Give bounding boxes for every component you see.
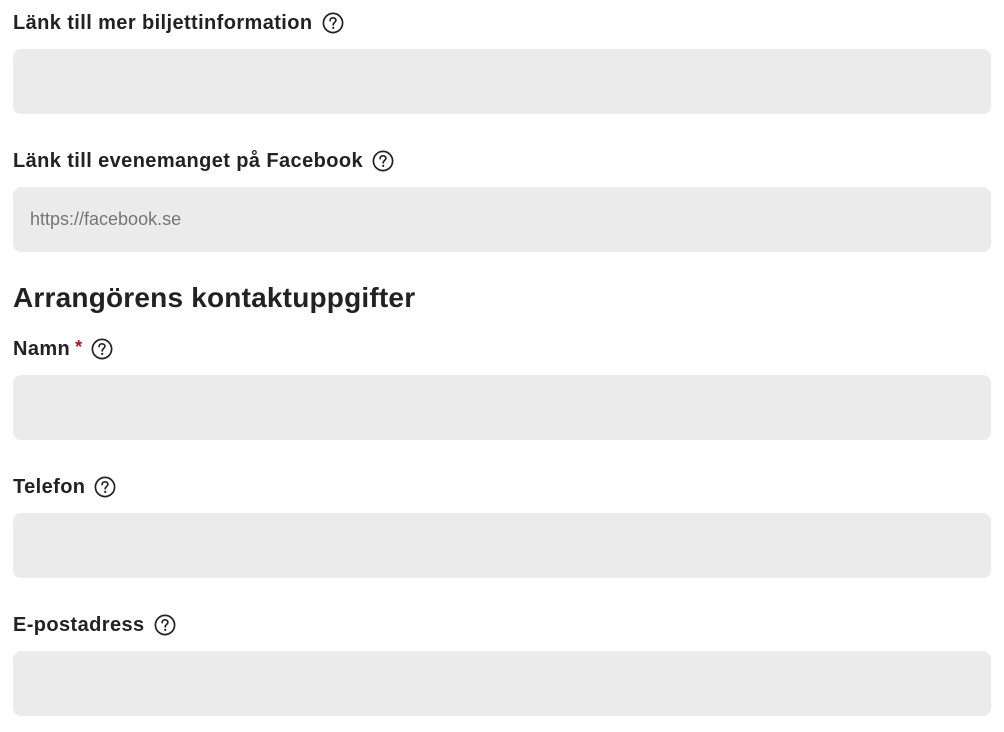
help-icon[interactable] [91,338,113,360]
phone-label: Telefon [13,475,86,498]
name-label-row: Namn * [13,336,113,362]
name-label: Namn [13,337,71,360]
help-icon[interactable] [322,12,344,34]
help-icon[interactable] [154,614,176,636]
ticket-link-label-row: Länk till mer biljettinformation [13,10,344,36]
help-icon[interactable] [372,150,394,172]
facebook-link-label: Länk till evenemanget på Facebook [13,149,363,172]
email-label: E-postadress [13,613,145,636]
phone-input[interactable] [13,513,991,578]
email-label-row: E-postadress [13,612,176,638]
organizer-contact-heading: Arrangörens kontaktuppgifter [13,282,416,313]
help-icon[interactable] [94,476,116,498]
ticket-link-label: Länk till mer biljettinformation [13,11,313,34]
required-marker: * [75,336,83,357]
name-input[interactable] [13,375,991,440]
phone-label-row: Telefon [13,474,116,500]
facebook-link-input[interactable] [13,187,991,252]
ticket-link-input[interactable] [13,49,991,114]
email-input[interactable] [13,651,991,716]
facebook-link-label-row: Länk till evenemanget på Facebook [13,148,394,174]
